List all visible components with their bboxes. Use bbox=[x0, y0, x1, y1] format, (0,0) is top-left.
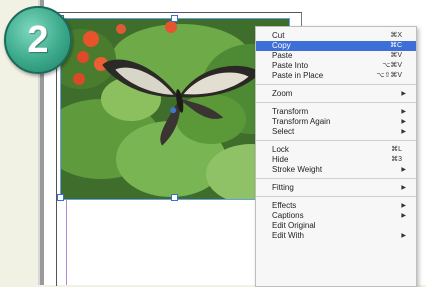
menu-separator bbox=[256, 178, 416, 179]
submenu-arrow-icon: ▶ bbox=[401, 167, 406, 173]
menu-item-label: Effects bbox=[272, 201, 297, 210]
menu-item-label: Zoom bbox=[272, 89, 293, 98]
step-number-badge: 2 bbox=[4, 6, 72, 74]
menu-separator bbox=[256, 196, 416, 197]
menu-item-shortcut: ⌥⇧⌘V bbox=[376, 72, 402, 79]
menu-item-label: Paste in Place bbox=[272, 71, 324, 80]
menu-item-label: Stroke Weight bbox=[272, 165, 323, 174]
selection-handle-bottom-left[interactable] bbox=[57, 194, 64, 201]
selection-handle-top-center[interactable] bbox=[171, 15, 178, 22]
menu-item-edit-original[interactable]: Edit Original bbox=[256, 221, 416, 231]
margin-guide-vertical bbox=[66, 198, 67, 285]
selection-handle-bottom-center[interactable] bbox=[171, 194, 178, 201]
submenu-arrow-icon: ▶ bbox=[401, 203, 406, 209]
menu-item-paste[interactable]: Paste ⌘V bbox=[256, 51, 416, 61]
menu-item-transform-again[interactable]: Transform Again ▶ bbox=[256, 117, 416, 127]
menu-item-label: Select bbox=[272, 127, 295, 136]
menu-item-copy[interactable]: Copy ⌘C bbox=[256, 41, 416, 51]
submenu-arrow-icon: ▶ bbox=[401, 129, 406, 135]
menu-item-label: Captions bbox=[272, 211, 304, 220]
menu-item-label: Cut bbox=[272, 31, 285, 40]
context-menu: Cut ⌘X Copy ⌘C Paste ⌘V Paste Into ⌥⌘V Paste in … bbox=[255, 26, 417, 287]
menu-item-label: Edit Original bbox=[272, 221, 316, 230]
menu-separator bbox=[256, 102, 416, 103]
submenu-arrow-icon: ▶ bbox=[401, 233, 406, 239]
menu-item-lock[interactable]: Lock ⌘L bbox=[256, 145, 416, 155]
menu-item-label: Paste Into bbox=[272, 61, 309, 70]
menu-item-transform[interactable]: Transform ▶ bbox=[256, 107, 416, 117]
submenu-arrow-icon: ▶ bbox=[401, 185, 406, 191]
menu-separator bbox=[256, 140, 416, 141]
submenu-arrow-icon: ▶ bbox=[401, 109, 406, 115]
menu-item-label: Copy bbox=[272, 41, 291, 50]
menu-item-stroke-weight[interactable]: Stroke Weight ▶ bbox=[256, 165, 416, 175]
submenu-arrow-icon: ▶ bbox=[401, 119, 406, 125]
menu-item-shortcut: ⌘V bbox=[390, 52, 402, 59]
menu-item-cut[interactable]: Cut ⌘X bbox=[256, 31, 416, 41]
step-number: 2 bbox=[27, 19, 49, 61]
menu-item-label: Transform Again bbox=[272, 117, 331, 126]
menu-item-paste-in-place[interactable]: Paste in Place ⌥⇧⌘V bbox=[256, 71, 416, 81]
menu-item-shortcut: ⌘3 bbox=[391, 156, 402, 163]
menu-item-label: Hide bbox=[272, 155, 289, 164]
menu-item-paste-into[interactable]: Paste Into ⌥⌘V bbox=[256, 61, 416, 71]
menu-item-label: Lock bbox=[272, 145, 289, 154]
menu-item-zoom[interactable]: Zoom ▶ bbox=[256, 89, 416, 99]
menu-item-label: Edit With bbox=[272, 231, 305, 240]
menu-item-shortcut: ⌘L bbox=[391, 146, 402, 153]
menu-item-shortcut: ⌘X bbox=[390, 32, 402, 39]
menu-item-shortcut: ⌘C bbox=[389, 42, 402, 49]
menu-item-effects[interactable]: Effects ▶ bbox=[256, 201, 416, 211]
submenu-arrow-icon: ▶ bbox=[401, 213, 406, 219]
menu-item-captions[interactable]: Captions ▶ bbox=[256, 211, 416, 221]
menu-item-label: Fitting bbox=[272, 183, 294, 192]
submenu-arrow-icon: ▶ bbox=[401, 91, 406, 97]
menu-item-label: Paste bbox=[272, 51, 293, 60]
menu-item-label: Transform bbox=[272, 107, 309, 116]
menu-item-hide[interactable]: Hide ⌘3 bbox=[256, 155, 416, 165]
menu-item-select[interactable]: Select ▶ bbox=[256, 127, 416, 137]
menu-item-edit-with[interactable]: Edit With ▶ bbox=[256, 231, 416, 241]
menu-item-shortcut: ⌥⌘V bbox=[382, 62, 402, 69]
menu-separator bbox=[256, 84, 416, 85]
menu-item-fitting[interactable]: Fitting ▶ bbox=[256, 183, 416, 193]
